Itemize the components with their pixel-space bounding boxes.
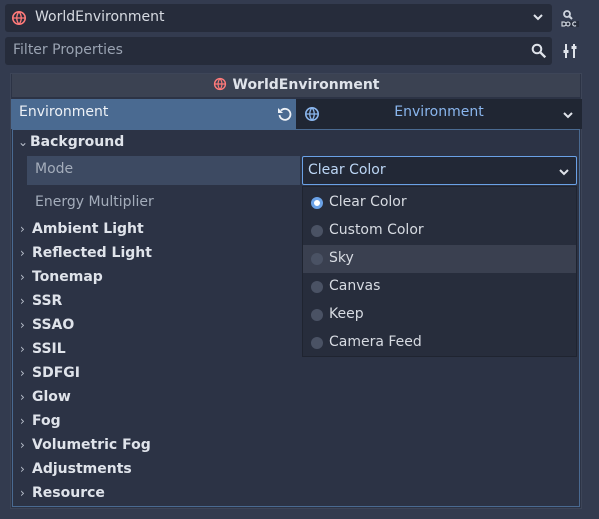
chevron-down-icon[interactable] [532,11,544,23]
chevron-right-icon: › [20,462,25,476]
doc-icon[interactable] [560,8,580,28]
chevron-right-icon: › [20,414,25,428]
radio-icon [311,225,323,237]
option-custom-color[interactable]: Custom Color [303,217,576,245]
section-background[interactable]: ⌄ Background [18,134,124,156]
chevron-down-icon: ⌄ [18,135,29,149]
energy-multiplier-label: Energy Multiplier [35,194,154,210]
chevron-right-icon: › [20,390,25,404]
section-ssao[interactable]: › SSAO [20,317,74,339]
tools-icon[interactable] [562,42,580,60]
chevron-right-icon: › [20,486,25,500]
section-resource[interactable]: › Resource [20,485,105,507]
section-fog[interactable]: › Fog [20,413,61,435]
section-volumetric-fog[interactable]: › Volumetric Fog [20,437,151,459]
chevron-right-icon: › [20,318,25,332]
option-keep[interactable]: Keep [303,301,576,329]
globe-icon [213,77,227,91]
section-ssr[interactable]: › SSR [20,293,62,315]
chevron-down-icon[interactable] [562,109,574,121]
node-selector-label: WorldEnvironment [35,9,165,25]
option-camera-feed[interactable]: Camera Feed [303,329,576,357]
section-reflected-light[interactable]: › Reflected Light [20,245,152,267]
option-sky[interactable]: Sky [303,245,576,273]
environment-resource-label: Environment [394,104,484,120]
section-ssil[interactable]: › SSIL [20,341,66,363]
radio-icon [311,253,323,265]
chevron-right-icon: › [20,270,25,284]
radio-selected-icon [311,197,323,209]
radio-icon [311,281,323,293]
radio-icon [311,337,323,349]
chevron-right-icon: › [20,438,25,452]
mode-property-row: Mode [27,156,300,185]
environment-property[interactable]: Environment [11,99,296,129]
chevron-down-icon [558,166,570,178]
globe-icon [11,10,27,26]
environment-label: Environment [19,104,109,120]
chevron-right-icon: › [20,366,25,380]
section-ambient-light[interactable]: › Ambient Light [20,221,144,243]
node-selector[interactable]: WorldEnvironment [5,4,552,32]
option-canvas[interactable]: Canvas [303,273,576,301]
filter-placeholder: Filter Properties [13,42,123,58]
chevron-right-icon: › [20,294,25,308]
section-tonemap[interactable]: › Tonemap [20,269,103,291]
section-sdfgi[interactable]: › SDFGI [20,365,80,387]
mode-options-popup: Clear Color Custom Color Sky Canvas Keep… [302,186,577,357]
mode-dropdown[interactable]: Clear Color [302,156,577,185]
filter-properties-input[interactable]: Filter Properties [5,37,552,65]
chevron-right-icon: › [20,222,25,236]
option-clear-color[interactable]: Clear Color [303,189,576,217]
section-adjustments[interactable]: › Adjustments [20,461,132,483]
object-header: WorldEnvironment [12,74,580,97]
section-glow[interactable]: › Glow [20,389,71,411]
environment-resource-picker[interactable]: Environment [296,99,582,129]
mode-dropdown-value: Clear Color [308,162,386,178]
object-title: WorldEnvironment [232,77,380,93]
revert-icon[interactable] [277,106,293,122]
chevron-right-icon: › [20,246,25,260]
mode-label: Mode [35,161,74,177]
radio-icon [311,309,323,321]
chevron-right-icon: › [20,342,25,356]
search-icon [531,43,547,59]
